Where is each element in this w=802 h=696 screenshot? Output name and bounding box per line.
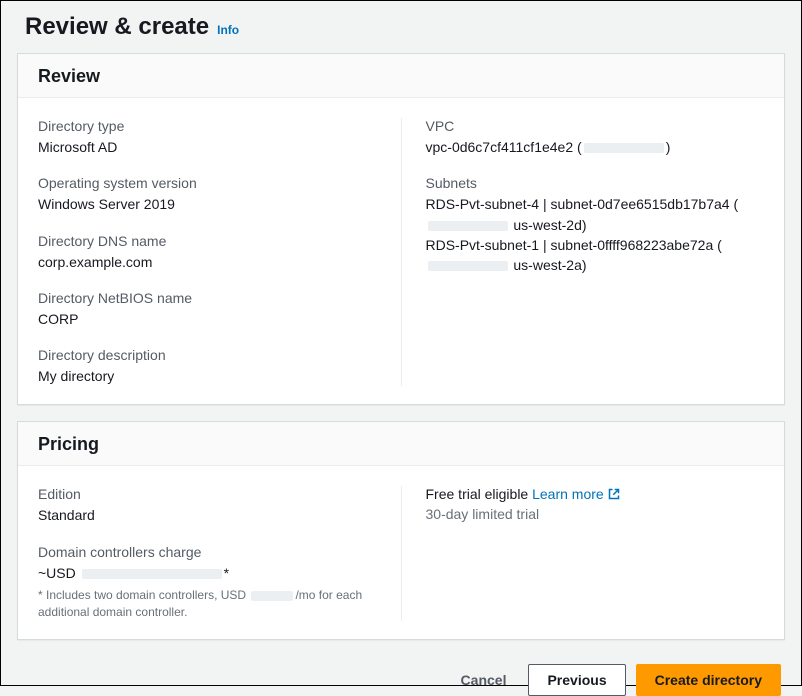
subnet-id: subnet-0d7ee6515db17b7a4 xyxy=(551,196,730,212)
field-os-version: Operating system version Windows Server … xyxy=(38,175,377,214)
redacted-block xyxy=(428,221,508,231)
info-link[interactable]: Info xyxy=(217,23,239,37)
review-panel-body: Directory type Microsoft AD Operating sy… xyxy=(18,98,784,404)
subnet-az: us-west-2a xyxy=(513,257,581,273)
cancel-button[interactable]: Cancel xyxy=(449,664,519,696)
dc-charge-footnote: * Includes two domain controllers, USD /… xyxy=(38,587,377,621)
redacted-block xyxy=(82,569,222,579)
value-subnets: RDS-Pvt-subnet-4 | subnet-0d7ee6515db17b… xyxy=(426,194,765,275)
review-panel-header: Review xyxy=(18,54,784,98)
label-directory-type: Directory type xyxy=(38,118,377,134)
learn-more-text: Learn more xyxy=(532,486,604,502)
value-dc-charge: ~USD * xyxy=(38,563,377,583)
field-edition: Edition Standard xyxy=(38,486,377,525)
subnet-az: us-west-2d xyxy=(513,217,581,233)
field-trial: Free trial eligible Learn more 30-day li… xyxy=(426,486,765,522)
label-dns-name: Directory DNS name xyxy=(38,233,377,249)
learn-more-link[interactable]: Learn more xyxy=(532,486,620,502)
redacted-block xyxy=(584,143,664,153)
value-vpc: vpc-0d6c7cf411cf1e4e2 () xyxy=(426,137,765,157)
page-title-row: Review & create Info xyxy=(17,9,785,53)
review-left-col: Directory type Microsoft AD Operating sy… xyxy=(38,118,402,386)
subnet-name: RDS-Pvt-subnet-4 xyxy=(426,196,540,212)
value-directory-type: Microsoft AD xyxy=(38,137,377,157)
previous-button[interactable]: Previous xyxy=(528,664,625,696)
review-right-col: VPC vpc-0d6c7cf411cf1e4e2 () Subnets RDS… xyxy=(402,118,765,386)
label-vpc: VPC xyxy=(426,118,765,134)
field-dns-name: Directory DNS name corp.example.com xyxy=(38,233,377,272)
field-dc-charge: Domain controllers charge ~USD * * Inclu… xyxy=(38,544,377,621)
page-title: Review & create xyxy=(25,13,209,41)
pricing-right-col: Free trial eligible Learn more 30-day li… xyxy=(402,486,765,620)
footnote-pre: * Includes two domain controllers, USD xyxy=(38,588,249,602)
value-description: My directory xyxy=(38,366,377,386)
value-dns-name: corp.example.com xyxy=(38,252,377,272)
dc-charge-prefix: ~USD xyxy=(38,565,80,581)
subnet-row: RDS-Pvt-subnet-1 | subnet-0ffff968223abe… xyxy=(426,235,765,276)
field-vpc: VPC vpc-0d6c7cf411cf1e4e2 () xyxy=(426,118,765,157)
field-description: Directory description My directory xyxy=(38,347,377,386)
vpc-id: vpc-0d6c7cf411cf1e4e2 xyxy=(426,139,574,155)
pricing-panel-title: Pricing xyxy=(38,434,764,455)
pricing-panel-header: Pricing xyxy=(18,422,784,466)
dc-charge-suffix: * xyxy=(224,565,229,581)
create-directory-button[interactable]: Create directory xyxy=(636,664,781,696)
redacted-block xyxy=(428,261,508,271)
label-os-version: Operating system version xyxy=(38,175,377,191)
label-netbios: Directory NetBIOS name xyxy=(38,290,377,306)
subnet-row: RDS-Pvt-subnet-4 | subnet-0d7ee6515db17b… xyxy=(426,194,765,235)
label-dc-charge: Domain controllers charge xyxy=(38,544,377,560)
value-netbios: CORP xyxy=(38,309,377,329)
pricing-panel: Pricing Edition Standard Domain controll… xyxy=(17,421,785,639)
subnet-name: RDS-Pvt-subnet-1 xyxy=(426,237,540,253)
trial-sub: 30-day limited trial xyxy=(426,506,765,522)
pricing-panel-body: Edition Standard Domain controllers char… xyxy=(18,466,784,638)
trial-label: Free trial eligible xyxy=(426,486,529,502)
label-subnets: Subnets xyxy=(426,175,765,191)
wizard-button-row: Cancel Previous Create directory xyxy=(17,656,785,696)
pricing-left-col: Edition Standard Domain controllers char… xyxy=(38,486,402,620)
value-edition: Standard xyxy=(38,505,377,525)
review-panel: Review Directory type Microsoft AD Opera… xyxy=(17,53,785,405)
value-os-version: Windows Server 2019 xyxy=(38,194,377,214)
redacted-block xyxy=(251,591,293,601)
label-description: Directory description xyxy=(38,347,377,363)
label-edition: Edition xyxy=(38,486,377,502)
trial-eligible-row: Free trial eligible Learn more xyxy=(426,486,765,502)
external-link-icon xyxy=(608,488,620,500)
subnet-id: subnet-0ffff968223abe72a xyxy=(551,237,714,253)
field-directory-type: Directory type Microsoft AD xyxy=(38,118,377,157)
field-netbios: Directory NetBIOS name CORP xyxy=(38,290,377,329)
review-panel-title: Review xyxy=(38,66,764,87)
field-subnets: Subnets RDS-Pvt-subnet-4 | subnet-0d7ee6… xyxy=(426,175,765,275)
